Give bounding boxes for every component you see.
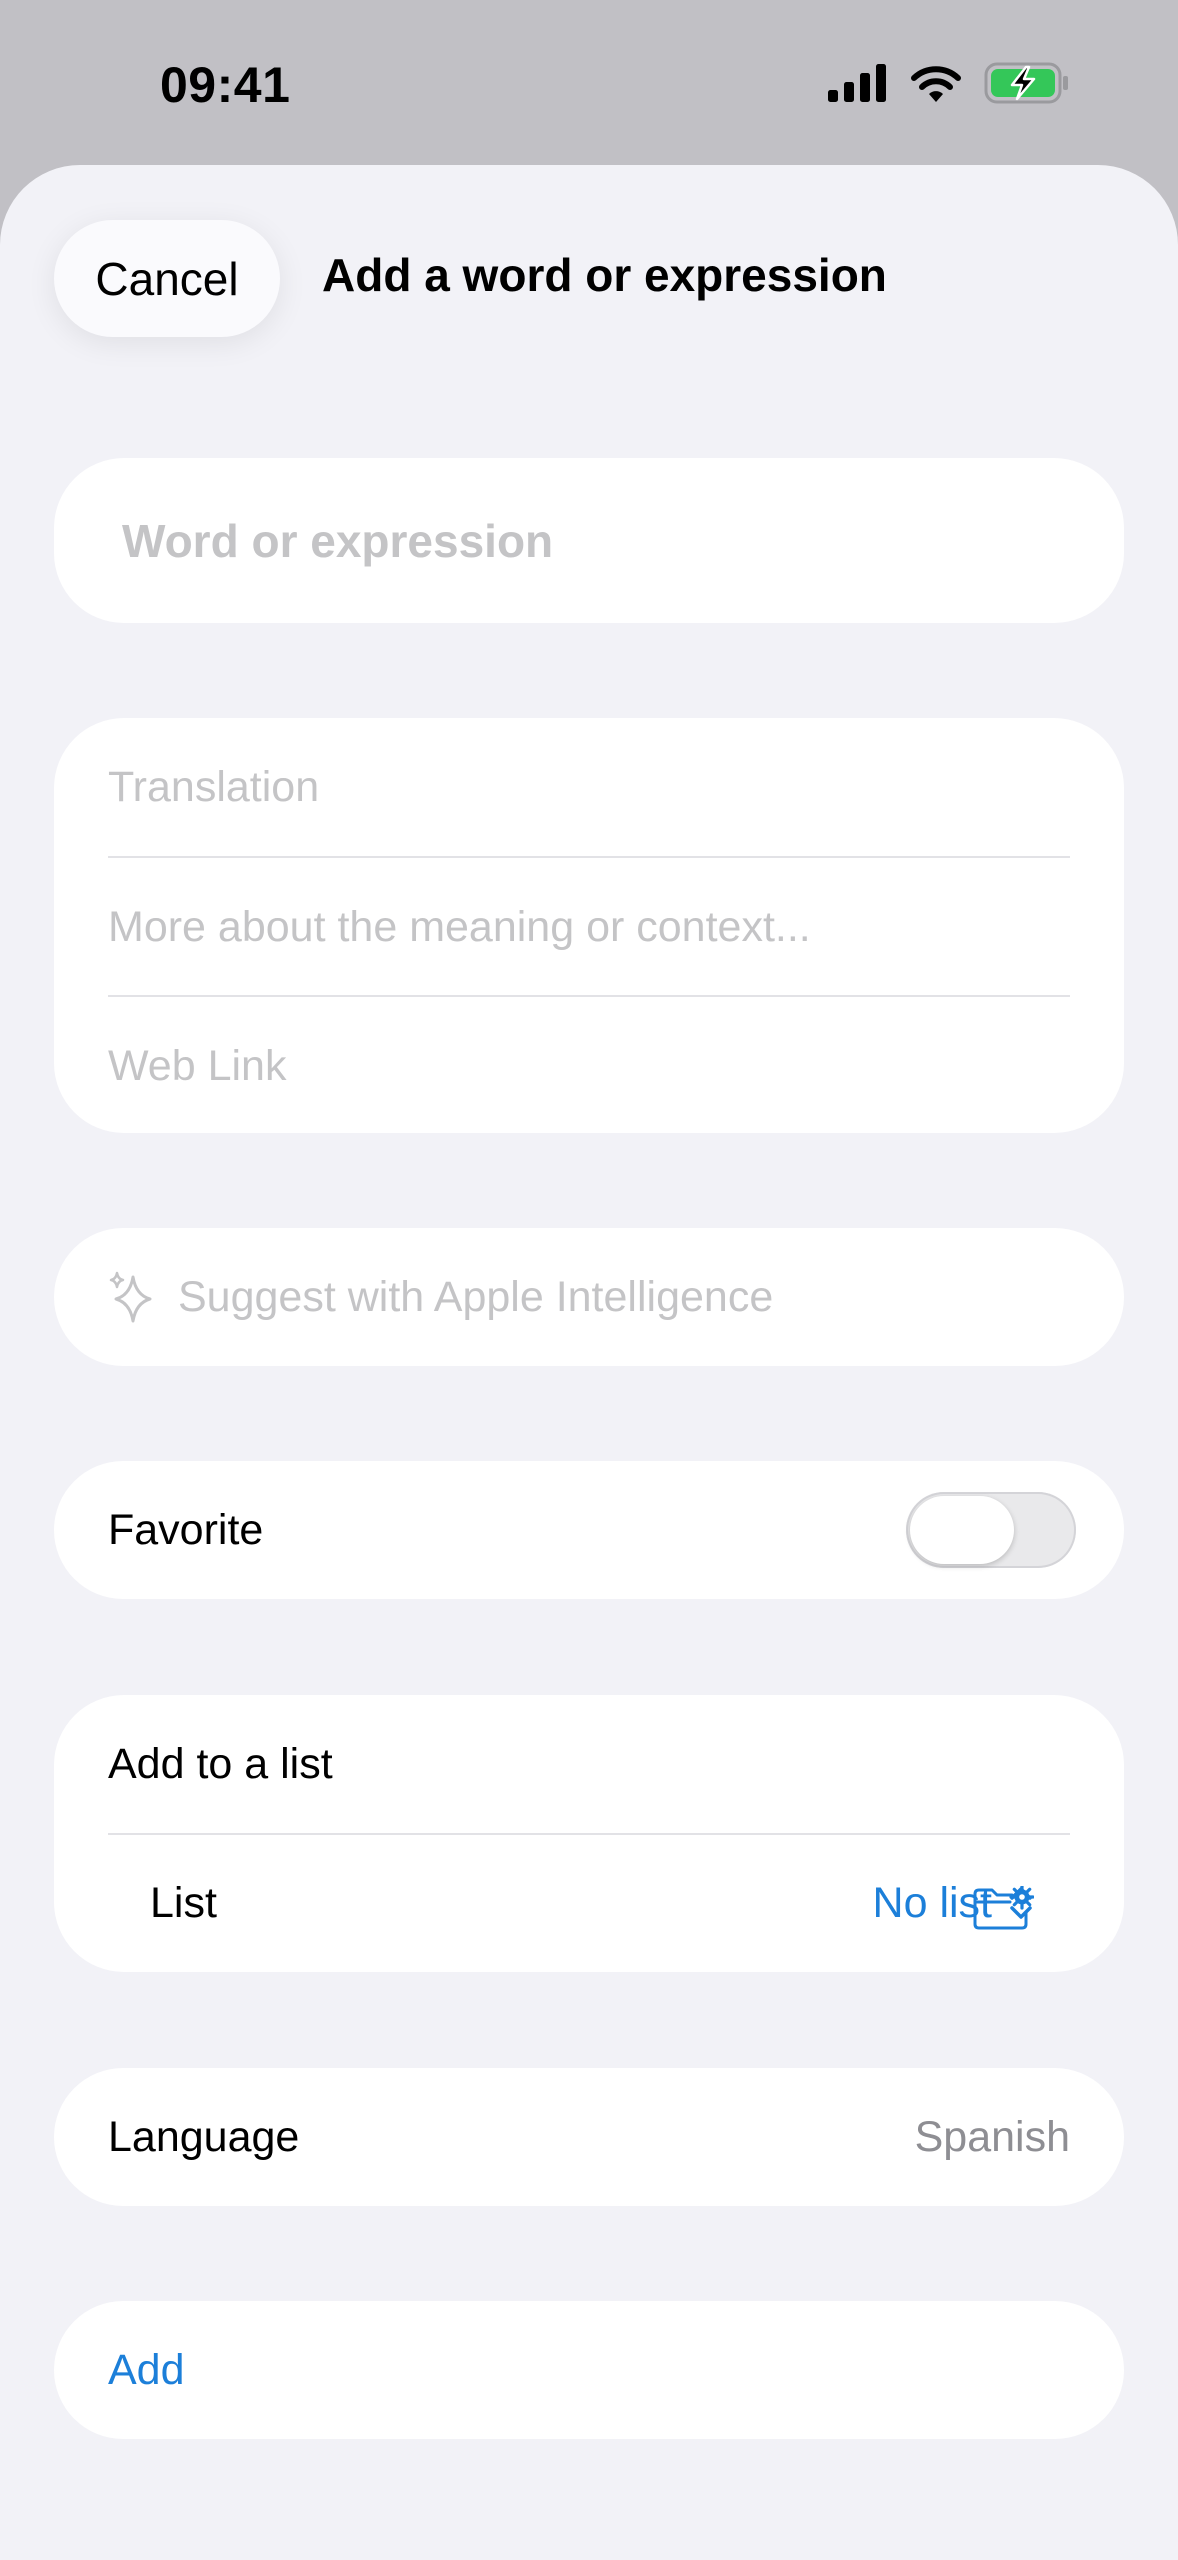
wifi-icon xyxy=(911,66,961,102)
list-card: Add to a list List No list xyxy=(54,1695,1124,1972)
suggest-button[interactable]: Suggest with Apple Intelligence xyxy=(54,1228,1124,1366)
language-value: Spanish xyxy=(914,2112,1070,2161)
cancel-button[interactable]: Cancel xyxy=(54,220,280,337)
add-label: Add xyxy=(108,2345,185,2394)
toggle-knob xyxy=(910,1496,1014,1564)
meaning-input[interactable] xyxy=(108,902,1070,952)
list-label: List xyxy=(150,1878,217,1927)
list-section-header-row: Add to a list xyxy=(54,1695,1124,1833)
translation-input[interactable] xyxy=(108,762,1070,812)
suggest-row: Suggest with Apple Intelligence xyxy=(54,1228,1124,1366)
weblink-row xyxy=(108,997,1070,1133)
sheet-title: Add a word or expression xyxy=(322,249,887,301)
translation-row xyxy=(108,718,1070,856)
language-row-card[interactable]: Language Spanish xyxy=(54,2068,1124,2206)
battery-charging-icon xyxy=(984,62,1068,104)
sparkles-icon xyxy=(109,1271,152,1323)
favorite-label: Favorite xyxy=(108,1505,264,1554)
suggest-label: Suggest with Apple Intelligence xyxy=(178,1272,774,1321)
status-icons xyxy=(828,62,1070,104)
language-label: Language xyxy=(108,2112,300,2161)
folder-settings-icon[interactable] xyxy=(972,1886,1034,1930)
word-input[interactable] xyxy=(54,458,1124,623)
list-section-header: Add to a list xyxy=(108,1739,333,1788)
add-word-sheet: Cancel Add a word or expression Suggest … xyxy=(0,165,1178,2560)
details-card xyxy=(54,718,1124,1133)
cellular-signal-icon xyxy=(828,64,886,102)
add-row: Add xyxy=(54,2301,1124,2439)
status-time: 09:41 xyxy=(160,57,291,113)
weblink-input[interactable] xyxy=(108,1041,1070,1091)
status-bar: 09:41 xyxy=(0,0,1178,165)
meaning-row xyxy=(108,858,1070,996)
word-card xyxy=(54,458,1124,623)
favorite-card: Favorite xyxy=(54,1461,1124,1599)
add-button[interactable]: Add xyxy=(54,2301,1124,2439)
favorite-toggle[interactable] xyxy=(906,1492,1076,1568)
